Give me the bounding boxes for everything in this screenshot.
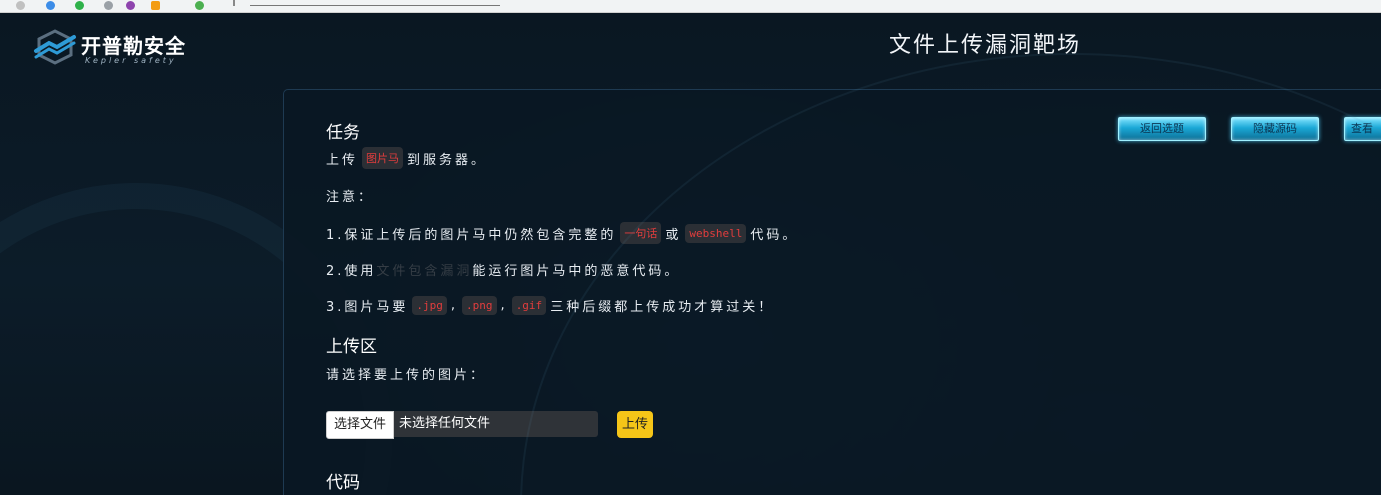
extension-icon-purple[interactable] [126, 1, 135, 10]
requirement-2-hidden-text: 文件包含漏洞 [376, 264, 473, 279]
browser-toolbar-strip [0, 0, 1381, 13]
extension-icon-green[interactable] [75, 1, 84, 10]
divider [233, 0, 235, 6]
requirement-3-prefix: 3.图片马要 [326, 300, 409, 315]
comma-separator: , [450, 298, 459, 313]
note-text: 注意： [326, 190, 375, 205]
code-tag-gif: .gif [511, 296, 547, 315]
brand-logo[interactable]: 开普勒安全 Kepler safety [33, 29, 203, 69]
requirement-2: 2.使用 文件包含漏洞 能运行图片马中的恶意代码。 [326, 260, 680, 279]
task-line-suffix: 到服务器。 [407, 152, 488, 168]
code-tag-one-liner: 一句话 [620, 222, 662, 244]
requirement-1: 1.保证上传后的图片马中仍然包含完整的 一句话 或 webshell 代码。 [326, 222, 798, 244]
code-section-title: 代码 [326, 473, 360, 493]
upload-prompt-text: 请选择要上传的图片： [326, 368, 487, 383]
logo-subtitle: Kepler safety [85, 56, 177, 65]
extension-icon-orange[interactable] [151, 1, 160, 10]
requirement-1-suffix: 代码。 [750, 227, 799, 243]
task-line: 上传 图片马 到服务器。 [326, 147, 487, 169]
requirement-3-suffix: 三种后缀都上传成功才算过关！ [550, 300, 775, 315]
upload-section-title: 上传区 [326, 337, 377, 357]
code-tag-jpg: .jpg [412, 296, 447, 315]
requirement-3: 3.图片马要 .jpg , .png , .gif 三种后缀都上传成功才算过关！ [326, 296, 774, 315]
browser-icon[interactable] [16, 1, 25, 10]
page-title: 文件上传漏洞靶场 [888, 33, 1081, 58]
task-line-prefix: 上传 [326, 152, 359, 168]
file-status-text: 未选择任何文件 [394, 411, 598, 437]
logo-name: 开普勒安全 [81, 34, 186, 58]
extension-icon-gray[interactable] [104, 1, 113, 10]
note-label: 注意： [326, 186, 374, 205]
upload-button[interactable]: 上传 [617, 411, 653, 438]
requirement-2-suffix: 能运行图片马中的恶意代码。 [472, 264, 681, 279]
code-tag-webshell: webshell [685, 223, 747, 243]
view-button[interactable]: 查看 [1344, 117, 1381, 141]
extension-icon-green-2[interactable] [195, 1, 204, 10]
hide-source-label: 隐藏源码 [1253, 122, 1297, 135]
file-input[interactable]: 选择文件 未选择任何文件 [326, 411, 598, 439]
requirement-1-prefix: 1.保证上传后的图片马中仍然包含完整的 [326, 227, 617, 243]
kepler-logo-icon [34, 29, 76, 65]
upload-prompt: 请选择要上传的图片： [326, 364, 486, 383]
task-title: 任务 [326, 123, 360, 143]
requirement-2-prefix: 2.使用 [326, 264, 377, 279]
back-to-list-button[interactable]: 返回选题 [1118, 117, 1206, 141]
refresh-icon[interactable] [46, 1, 55, 10]
choose-file-button[interactable]: 选择文件 [326, 411, 395, 439]
code-tag-image-horse: 图片马 [362, 147, 404, 169]
page-background: 开普勒安全 Kepler safety 文件上传漏洞靶场 返回选题 隐藏源码 查… [0, 13, 1381, 495]
hide-source-button[interactable]: 隐藏源码 [1231, 117, 1319, 141]
requirement-1-mid: 或 [665, 227, 682, 243]
challenge-panel: 返回选题 隐藏源码 查看 任务 上传 图片马 到服务器。 注意： 1.保证上传后… [283, 89, 1381, 495]
address-bar-line [250, 5, 500, 6]
code-tag-png: .png [462, 296, 497, 315]
back-to-list-label: 返回选题 [1140, 122, 1184, 135]
comma-separator: , [500, 298, 508, 313]
view-label: 查看 [1351, 122, 1373, 135]
